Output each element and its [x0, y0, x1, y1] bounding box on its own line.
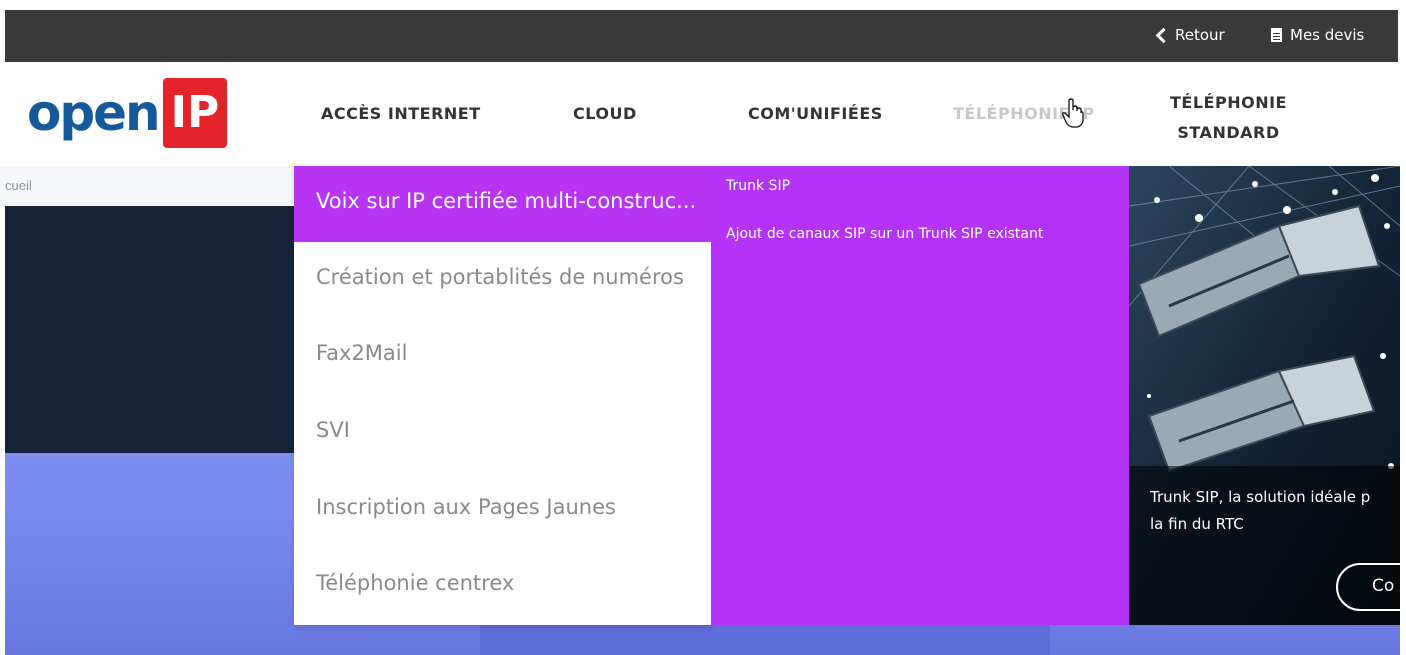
promo-caption: Trunk SIP, la solution idéale p la fin d…	[1150, 484, 1370, 538]
back-link[interactable]: Retour	[1155, 26, 1225, 44]
breadcrumb: cueil	[0, 166, 294, 206]
document-icon	[1271, 28, 1282, 42]
menu-item-voix-sur-ip[interactable]: Voix sur IP certifiée multi-construc...	[294, 166, 711, 242]
nav-item-cloud[interactable]: CLOUD	[573, 104, 637, 123]
hand-cursor-icon	[1062, 98, 1084, 128]
promo-caption-line1: Trunk SIP, la solution idéale p	[1150, 488, 1371, 506]
menu-item-label: Téléphonie centrex	[316, 571, 515, 595]
quotes-link[interactable]: Mes devis	[1271, 26, 1364, 44]
menu-item-label: SVI	[316, 418, 350, 442]
promo-button[interactable]: Co	[1336, 563, 1400, 611]
quotes-label: Mes devis	[1290, 26, 1365, 44]
menu-item-label: Inscription aux Pages Jaunes	[316, 495, 616, 519]
promo-caption-line2: la fin du RTC	[1150, 515, 1244, 533]
site-logo[interactable]: open IP	[27, 78, 228, 148]
chevron-left-icon	[1155, 27, 1172, 43]
nav-item-line1: TÉLÉPHONIE	[1170, 93, 1287, 112]
hero-dark-panel	[5, 206, 295, 453]
menu-item-numeros[interactable]: Création et portablités de numéros	[294, 242, 711, 318]
subitem-ajout-canaux[interactable]: Ajout de canaux SIP sur un Trunk SIP exi…	[726, 226, 1043, 242]
nav-item-communications[interactable]: COM'UNIFIÉES	[748, 104, 883, 123]
subitem-trunk-sip[interactable]: Trunk SIP	[726, 178, 790, 194]
promo-button-label: Co	[1372, 576, 1395, 596]
logo-ip-badge: IP	[162, 78, 228, 148]
menu-item-fax2mail[interactable]: Fax2Mail	[294, 318, 711, 394]
menu-item-svi[interactable]: SVI	[294, 395, 711, 471]
promo-card[interactable]: Trunk SIP, la solution idéale p la fin d…	[1129, 166, 1400, 625]
menu-item-label: Voix sur IP certifiée multi-construc...	[316, 189, 697, 213]
promo-image	[1129, 166, 1400, 625]
nav-item-internet[interactable]: ACCÈS INTERNET	[321, 104, 481, 123]
back-label: Retour	[1175, 26, 1225, 44]
hero-shape	[480, 625, 1050, 655]
mega-menu-categories: Voix sur IP certifiée multi-construc... …	[294, 166, 711, 625]
menu-item-label: Création et portablités de numéros	[316, 265, 684, 289]
menu-item-label: Fax2Mail	[316, 341, 408, 365]
nav-item-telephonie-standard[interactable]: TÉLÉPHONIE STANDARD	[1170, 88, 1287, 148]
nav-item-line2: STANDARD	[1177, 123, 1280, 142]
mega-menu-subitems: Trunk SIP Ajout de canaux SIP sur un Tru…	[711, 166, 1129, 625]
menu-item-centrex[interactable]: Téléphonie centrex	[294, 548, 711, 624]
breadcrumb-text: cueil	[5, 178, 32, 193]
menu-item-pages-jaunes[interactable]: Inscription aux Pages Jaunes	[294, 472, 711, 548]
logo-open-text: open	[27, 84, 161, 142]
top-bar: Retour Mes devis	[5, 10, 1398, 62]
